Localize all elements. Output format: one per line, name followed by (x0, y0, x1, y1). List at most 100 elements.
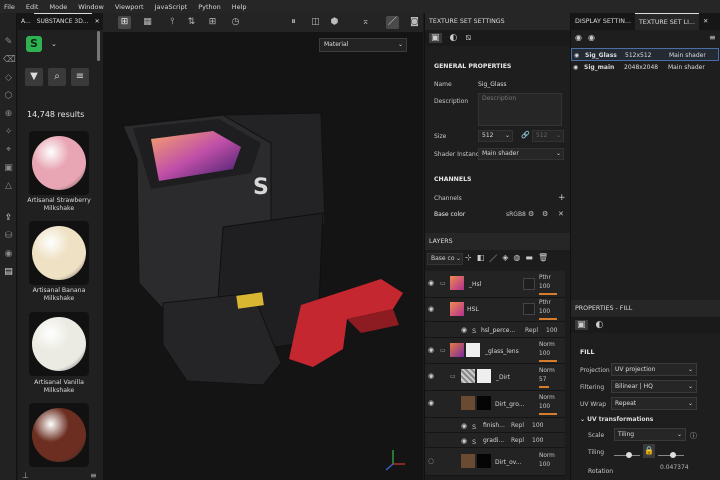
close-icon[interactable]: ✕ (92, 18, 103, 25)
smudge-icon[interactable]: ✧ (3, 127, 14, 138)
layer-opacity[interactable]: 100 (539, 404, 550, 410)
shader-instance-select[interactable]: Main shader ⌄ (478, 148, 564, 160)
eye-icon[interactable]: ◉ (573, 61, 578, 74)
menu-icon[interactable]: ≡ (709, 33, 716, 42)
eye-icon[interactable]: ◉ (461, 422, 467, 430)
projection-select[interactable]: UV projection ⌄ (611, 363, 697, 376)
fill-layer-icon[interactable]: ◈ (502, 253, 508, 264)
polygon-fill-icon[interactable]: △ (3, 181, 14, 192)
tab-assets[interactable]: A... (18, 18, 34, 25)
layer-opacity[interactable]: 100 (532, 437, 543, 444)
texture-set-row[interactable]: ◉ Sig_main 2048x2048 Main shader (571, 61, 719, 74)
layer-name[interactable]: Dirt_gro... (495, 401, 525, 408)
add-effect-icon[interactable]: ⊹ (465, 253, 472, 264)
eye-icon[interactable]: ◉ (461, 326, 467, 334)
layer-name[interactable]: HSL (467, 306, 479, 313)
layer-row[interactable]: ◉ Ｓ hsl_perce... Repl 100 (425, 322, 565, 338)
search-icon[interactable]: ⌕ (48, 68, 66, 86)
menu-javascript[interactable]: JavaScript (155, 3, 188, 11)
size-select-secondary[interactable]: 512 ⌄ (532, 130, 564, 142)
eye-icon[interactable]: ◉ (428, 305, 434, 313)
geometry-mask-icon[interactable]: ⬡ (3, 91, 14, 102)
layer-opacity[interactable]: 100 (539, 351, 550, 357)
info-icon[interactable]: ⓘ (690, 431, 697, 441)
menu-icon[interactable]: ≡ (90, 471, 97, 480)
menu-help[interactable]: Help (232, 3, 247, 11)
folder-icon[interactable]: ▭ (440, 280, 446, 287)
layer-row[interactable]: ◉ Ｓ finish... Repl 100 (425, 418, 565, 433)
effect-name[interactable]: hsl_perce... (481, 327, 515, 334)
tiling-value[interactable]: 0.047374 (660, 464, 689, 471)
menu-edit[interactable]: Edit (26, 3, 39, 11)
visibility-icon[interactable]: ◉ (575, 33, 582, 42)
export-icon[interactable]: ⇪ (3, 213, 14, 224)
effect-name[interactable]: finish... (483, 422, 505, 429)
camera-icon[interactable]: ◉ (3, 249, 14, 260)
gear-icon[interactable]: ⚙ (542, 210, 548, 218)
layer-row[interactable]: ◉ Dirt_gro... Norm 100 (425, 391, 565, 418)
blend-mode[interactable]: Pthr (539, 275, 551, 281)
channel-settings-icon[interactable]: ⚙ (528, 210, 534, 218)
add-icon[interactable]: + (558, 193, 566, 203)
asset-thumbnail[interactable] (29, 221, 89, 285)
layer-opacity[interactable]: 100 (539, 284, 550, 290)
description-field[interactable]: Description (478, 93, 562, 126)
layer-opacity[interactable]: 57 (539, 377, 546, 383)
tab-substance-3d[interactable]: SUBSTANCE 3D... (33, 13, 92, 30)
blend-mode[interactable]: Pthr (539, 300, 551, 306)
layer-opacity[interactable]: 100 (539, 309, 550, 315)
bake-icon[interactable]: ▣ (3, 163, 14, 174)
blend-mode[interactable]: Norm (539, 342, 555, 348)
base-color-format[interactable]: sRGB8 (506, 211, 526, 218)
channel-select[interactable]: Base co ⌄ (427, 253, 463, 265)
smart-material-icon[interactable]: ◍ (513, 253, 520, 264)
blend-mode[interactable]: Repl (511, 437, 524, 444)
eraser-icon[interactable]: ⌫ (3, 55, 16, 66)
texture-set-row[interactable]: ◉ Sig_Glass 512x512 Main shader (571, 48, 719, 61)
substance-logo-icon[interactable]: S (26, 36, 42, 52)
layer-name[interactable]: _Dirt (496, 374, 510, 381)
sort-icon[interactable]: ≡ (71, 68, 89, 86)
effect-name[interactable]: gradi... (483, 437, 504, 444)
asset-thumbnail[interactable] (29, 131, 89, 195)
layer-opacity[interactable]: 100 (539, 462, 550, 468)
folder-icon[interactable]: ▭ (440, 347, 446, 354)
asset-thumbnail[interactable] (29, 403, 89, 467)
viewport-3d[interactable]: ⊞ ▦ ⫯ ⇅ ⊞ ◷ ⏸ ◫ ⬢ ⌅ ／ ◙ Material ⌄ S (103, 13, 423, 480)
mask-slot[interactable] (523, 303, 535, 315)
folder-icon[interactable]: ▭ (450, 373, 456, 380)
paint-brush-icon[interactable]: ✎ (3, 37, 14, 48)
blend-mode[interactable]: Norm (539, 453, 555, 459)
scale-select[interactable]: Tiling ⌄ (614, 428, 686, 441)
uv-tab-icon[interactable]: ⧅ (465, 33, 471, 43)
asset-icon[interactable]: ⛁ (3, 231, 14, 242)
visibility-toggle-icon[interactable]: ◉ (588, 33, 595, 42)
tab-texture-set-list[interactable]: TEXTURE SET LI... (634, 13, 699, 30)
eye-icon[interactable]: ◉ (428, 279, 434, 287)
tiling-slider-handle-secondary[interactable] (670, 452, 677, 458)
blend-mode[interactable]: Norm (539, 395, 555, 401)
blend-mode[interactable]: Norm (539, 368, 555, 374)
layer-name[interactable]: _Hsl (469, 281, 481, 288)
eye-icon[interactable]: ◉ (461, 437, 467, 445)
layer-row[interactable]: ◉ HSL Pthr 100 (425, 298, 565, 322)
menu-file[interactable]: File (4, 3, 15, 11)
layer-opacity[interactable]: 100 (532, 422, 543, 429)
settings-tab-icon[interactable]: ▣ (429, 33, 442, 43)
eye-icon[interactable]: ◉ (428, 346, 434, 354)
eye-hidden-icon[interactable]: ◌ (428, 457, 434, 465)
name-value[interactable]: Sig_Glass (478, 81, 507, 88)
tiling-slider-handle[interactable] (626, 452, 633, 458)
layer-row[interactable]: ◌ Dirt_ov... Norm 100 (425, 448, 565, 476)
blend-mode[interactable]: Repl (525, 327, 538, 334)
eye-icon[interactable]: ◉ (428, 399, 434, 407)
fill-tab-icon[interactable]: ▣ (575, 320, 588, 330)
picker-icon[interactable]: ⌖ (3, 145, 14, 156)
add-icon[interactable]: ⊥ (22, 471, 29, 480)
filter-icon[interactable]: ▼ (25, 68, 43, 86)
layer-row[interactable]: ◉ ▭ _Hsl Pthr 100 (425, 271, 565, 298)
scrollbar[interactable] (97, 31, 100, 61)
filtering-select[interactable]: Bilinear | HQ ⌄ (611, 380, 697, 393)
eye-icon[interactable]: ◉ (428, 372, 434, 380)
layer-name[interactable]: _glass_lens (485, 348, 519, 355)
